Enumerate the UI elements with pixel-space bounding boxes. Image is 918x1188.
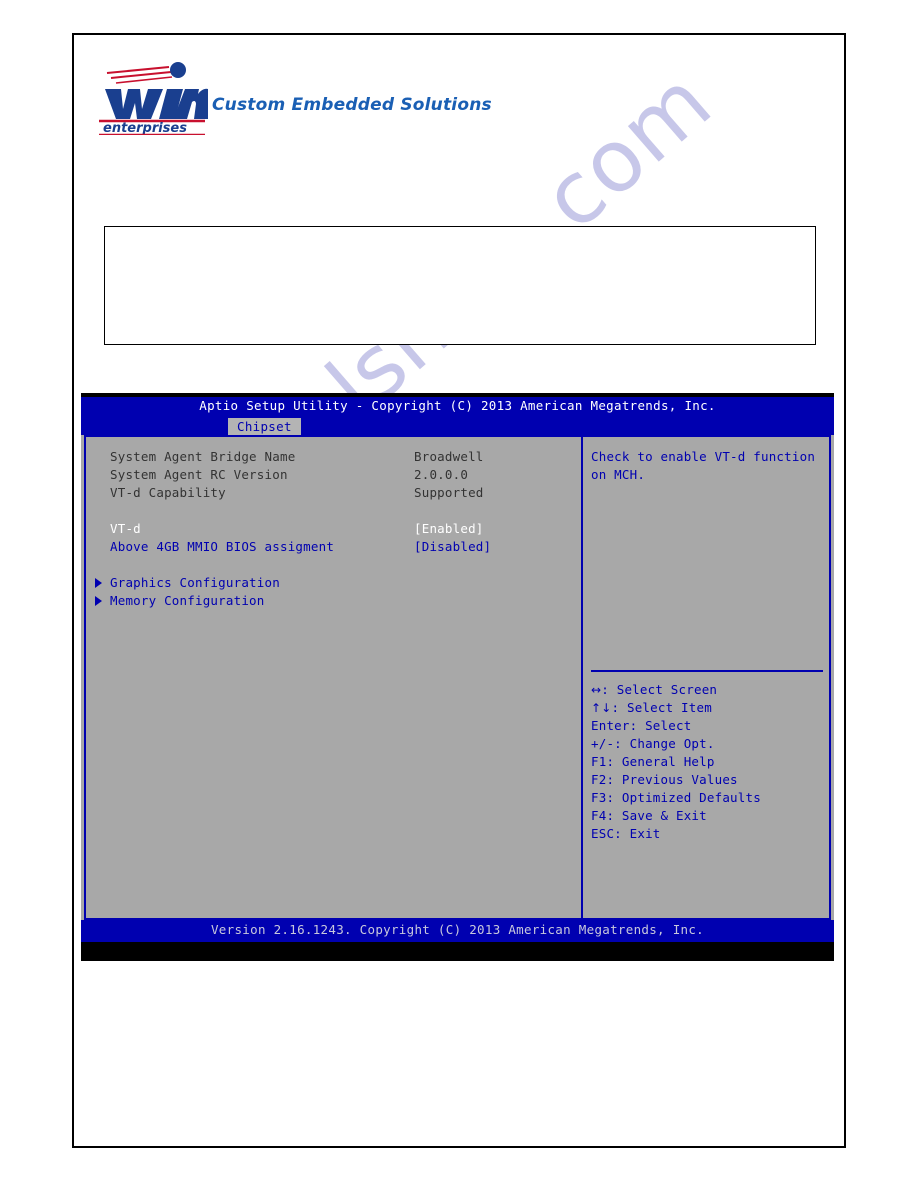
svg-text:enterprises: enterprises: [103, 121, 187, 135]
bios-option-row[interactable]: Above 4GB MMIO BIOS assigment [Disabled]: [110, 538, 570, 556]
bios-option-value[interactable]: [Enabled]: [414, 520, 484, 538]
page-header: enterprises Custom Embedded Solutions: [95, 57, 795, 141]
bios-row-spacer: [110, 556, 570, 574]
bios-options-list: System Agent Bridge Name Broadwell System …: [95, 448, 570, 610]
bios-option-row: System Agent RC Version 2.0.0.0: [110, 466, 570, 484]
chevron-right-icon: [95, 596, 102, 606]
bios-key-hint: ↑↓: Select Item: [591, 699, 823, 717]
bios-submenu-label: Memory Configuration: [110, 593, 265, 608]
bios-key-hint-text: : Select Screen: [601, 682, 718, 697]
bios-option-label: Above 4GB MMIO BIOS assigment: [110, 539, 335, 554]
bios-help-text: Check to enable VT-d function on MCH.: [591, 449, 816, 482]
win-enterprises-logo: enterprises: [95, 57, 210, 135]
bios-option-value[interactable]: [Disabled]: [414, 538, 491, 556]
bios-key-hint: ESC: Exit: [591, 825, 823, 843]
bios-option-value: Supported: [414, 485, 484, 500]
bios-option-value: Broadwell: [414, 449, 484, 464]
bios-options-pane: System Agent Bridge Name Broadwell System …: [84, 435, 581, 920]
bios-key-hint: F4: Save & Exit: [591, 807, 823, 825]
bios-key-hint: +/-: Change Opt.: [591, 735, 823, 753]
bios-body: System Agent Bridge Name Broadwell System …: [81, 435, 834, 920]
bios-key-hint-text: F3: Optimized Defaults: [591, 790, 761, 805]
logo-icon: enterprises: [99, 62, 208, 135]
bios-option-row: System Agent Bridge Name Broadwell: [110, 448, 570, 466]
bios-key-hint-text: F4: Save & Exit: [591, 808, 707, 823]
bios-option-label: System Agent RC Version: [110, 467, 288, 482]
bios-key-hint-text: F2: Previous Values: [591, 772, 738, 787]
bios-option-value: 2.0.0.0: [414, 467, 469, 482]
bios-key-hint: ↔: Select Screen: [591, 681, 823, 699]
empty-content-box: [104, 226, 816, 345]
bios-submenu-row[interactable]: Graphics Configuration: [95, 574, 570, 592]
bios-tab-bar: Chipset: [228, 416, 301, 437]
bios-option-label: VT-d Capability: [110, 485, 226, 500]
bios-title-text: Aptio Setup Utility - Copyright (C) 2013…: [199, 398, 716, 413]
bios-option-label: VT-d: [110, 521, 141, 536]
bios-key-hint: F1: General Help: [591, 753, 823, 771]
arrow-key-icon: ↑↓: [591, 701, 612, 715]
bios-key-hint-text: +/-: Change Opt.: [591, 736, 715, 751]
bios-row-spacer: [110, 502, 570, 520]
bios-key-hint-text: Enter: Select: [591, 718, 692, 733]
bios-submenu-row[interactable]: Memory Configuration: [95, 592, 570, 610]
chevron-right-icon: [95, 578, 102, 588]
bios-key-legend: ↔: Select Screen ↑↓: Select Item Enter: Se…: [591, 681, 823, 843]
bios-key-hint-text: : Select Item: [611, 700, 712, 715]
bios-key-hint-text: ESC: Exit: [591, 826, 661, 841]
bios-footer-bar: Version 2.16.1243. Copyright (C) 2013 Am…: [81, 920, 834, 942]
bios-key-hint-text: F1: General Help: [591, 754, 715, 769]
bios-key-hint: F3: Optimized Defaults: [591, 789, 823, 807]
bios-option-row[interactable]: VT-d [Enabled]: [110, 520, 570, 538]
bios-title-bar: Aptio Setup Utility - Copyright (C) 2013…: [81, 397, 834, 437]
bios-version-text: Version 2.16.1243. Copyright (C) 2013 Am…: [210, 922, 704, 937]
bios-submenu-label: Graphics Configuration: [110, 575, 280, 590]
tagline-text: Custom Embedded Solutions: [212, 95, 492, 115]
bios-key-hint: Enter: Select: [591, 717, 823, 735]
bios-option-row: VT-d Capability Supported: [110, 484, 570, 502]
bios-setup-screen: Aptio Setup Utility - Copyright (C) 2013…: [81, 393, 834, 961]
arrow-key-icon: ↔: [591, 683, 602, 697]
bios-help-pane: Check to enable VT-d function on MCH. ↔:…: [581, 435, 831, 920]
help-pane-divider: [591, 670, 823, 672]
bios-key-hint: F2: Previous Values: [591, 771, 823, 789]
bios-option-label: System Agent Bridge Name: [110, 449, 296, 464]
